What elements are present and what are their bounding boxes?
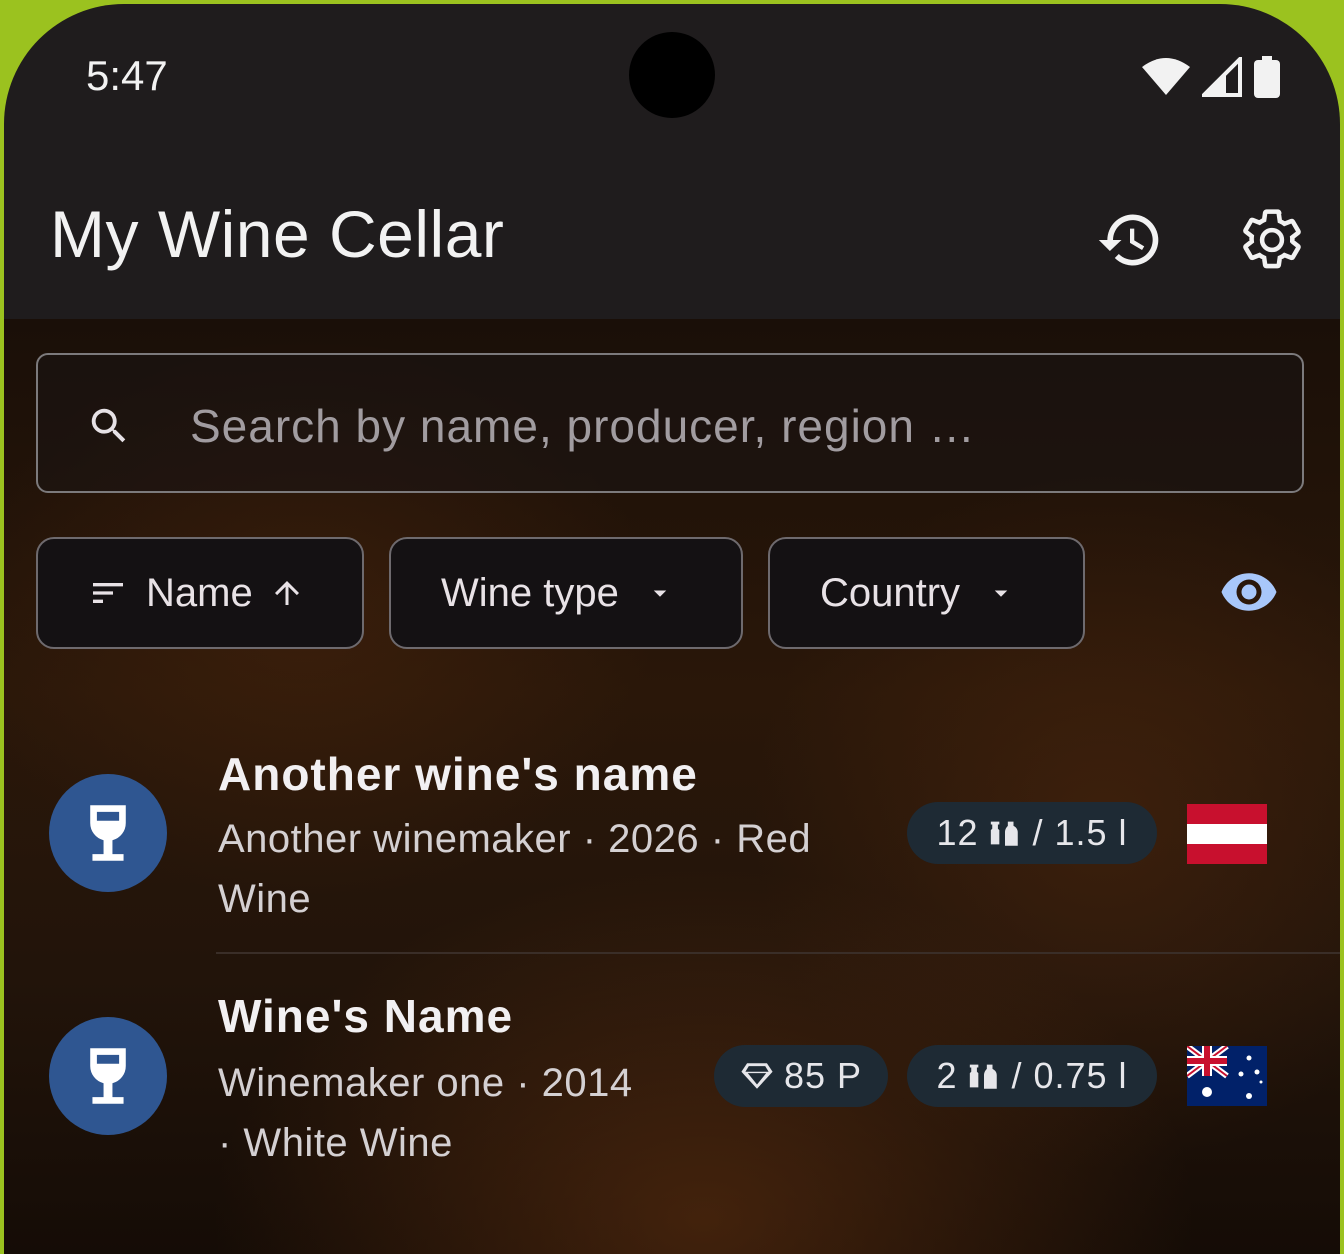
search-icon bbox=[91, 408, 126, 443]
camera-cutout bbox=[629, 32, 715, 118]
wine-subtitle-line2: Wine bbox=[218, 877, 312, 921]
settings-button[interactable] bbox=[1236, 204, 1308, 276]
wine-avatar bbox=[49, 1017, 167, 1135]
wine-subtitle-line1: Another winemaker · 2026 · Red bbox=[218, 817, 812, 861]
gear-icon bbox=[1243, 209, 1301, 269]
bottle-count-badge: 2 / 0.75 l bbox=[907, 1045, 1157, 1107]
bottle-count-badge: 12 / 1.5 l bbox=[907, 802, 1157, 864]
dropdown-arrow-icon bbox=[653, 590, 667, 597]
page-title: My Wine Cellar bbox=[50, 197, 505, 271]
cellular-signal-icon bbox=[1202, 57, 1242, 97]
points-value: 85 P bbox=[783, 1055, 863, 1096]
bottle-count: 2 bbox=[936, 1055, 958, 1096]
wine-subtitle-line2: · White Wine bbox=[218, 1121, 453, 1165]
sort-chip-label: Name bbox=[146, 570, 253, 615]
bottle-count: 12 bbox=[936, 812, 979, 853]
sort-chip[interactable]: Name bbox=[36, 537, 364, 649]
wifi-icon bbox=[1142, 58, 1190, 95]
top-app-bar: My Wine Cellar bbox=[4, 154, 1340, 319]
status-icons bbox=[1142, 56, 1280, 98]
bottle-volume: / 0.75 l bbox=[1011, 1055, 1128, 1096]
wine-list-content: Name Wine type Country bbox=[4, 319, 1340, 1254]
battery-icon bbox=[1254, 56, 1280, 98]
wine-type-chip-label: Wine type bbox=[441, 570, 619, 615]
wine-glass-icon bbox=[90, 1048, 126, 1104]
arrow-up-icon bbox=[274, 581, 299, 605]
search-field[interactable] bbox=[36, 353, 1304, 493]
wine-glass-icon bbox=[90, 805, 126, 861]
bottle-volume: / 1.5 l bbox=[1032, 812, 1128, 853]
wine-name: Another wine's name bbox=[218, 748, 698, 800]
wine-subtitle-line1: Winemaker one · 2014 bbox=[218, 1061, 633, 1105]
austria-flag-icon bbox=[1187, 804, 1267, 864]
dropdown-arrow-icon bbox=[994, 590, 1008, 597]
wine-list-item[interactable]: Wine's Name Winemaker one · 2014 · White… bbox=[4, 983, 1340, 1203]
wine-avatar bbox=[49, 774, 167, 892]
status-bar: 5:47 bbox=[4, 4, 1340, 154]
history-icon bbox=[1098, 214, 1159, 266]
wine-type-filter-chip[interactable]: Wine type bbox=[389, 537, 743, 649]
phone-screen: 5:47 My Wine Cellar Search by name, prod… bbox=[4, 4, 1340, 1254]
diamond-icon bbox=[741, 1063, 773, 1089]
list-divider bbox=[216, 952, 1340, 954]
status-time: 5:47 bbox=[86, 52, 168, 99]
wine-name: Wine's Name bbox=[218, 990, 514, 1042]
australia-flag-icon bbox=[1187, 1046, 1267, 1106]
country-filter-chip[interactable]: Country bbox=[768, 537, 1085, 649]
sort-icon bbox=[93, 583, 123, 603]
wine-list-item[interactable]: Another wine's name Another winemaker · … bbox=[4, 739, 1340, 954]
bottles-icon bbox=[991, 821, 1019, 846]
points-badge: 85 P bbox=[714, 1045, 888, 1107]
country-chip-label: Country bbox=[820, 570, 961, 615]
bottles-icon bbox=[970, 1064, 998, 1089]
history-button[interactable] bbox=[1094, 204, 1166, 276]
search-input[interactable] bbox=[188, 385, 1252, 467]
visibility-toggle-button[interactable] bbox=[1214, 562, 1284, 622]
eye-icon bbox=[1221, 573, 1277, 611]
